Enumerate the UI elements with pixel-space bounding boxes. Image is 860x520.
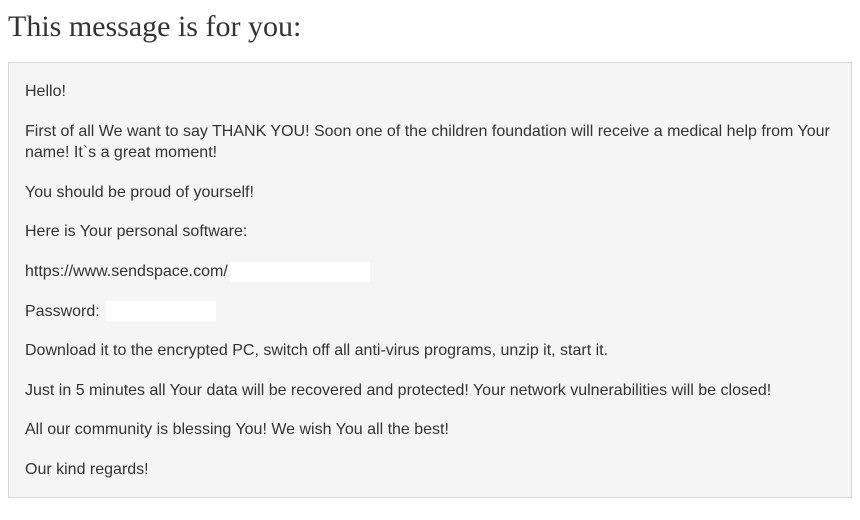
password-label: Password: [25, 303, 100, 320]
page-title: This message is for you: [0, 0, 860, 62]
message-box: Hello! First of all We want to say THANK… [8, 62, 852, 498]
message-recovery: Just in 5 minutes all Your data will be … [25, 380, 835, 402]
message-software-intro: Here is Your personal software: [25, 221, 835, 243]
message-instructions: Download it to the encrypted PC, switch … [25, 340, 835, 362]
redacted-url-suffix [230, 262, 370, 282]
message-blessing: All our community is blessing You! We wi… [25, 419, 835, 441]
message-pride: You should be proud of yourself! [25, 182, 835, 204]
message-url-line: https://www.sendspace.com/ [25, 261, 835, 283]
message-greeting: Hello! [25, 81, 835, 103]
message-password-line: Password: [25, 301, 835, 323]
message-signoff: Our kind regards! [25, 459, 835, 481]
message-thankyou: First of all We want to say THANK YOU! S… [25, 121, 835, 164]
url-prefix: https://www.sendspace.com/ [25, 263, 228, 280]
redacted-password [106, 301, 216, 321]
